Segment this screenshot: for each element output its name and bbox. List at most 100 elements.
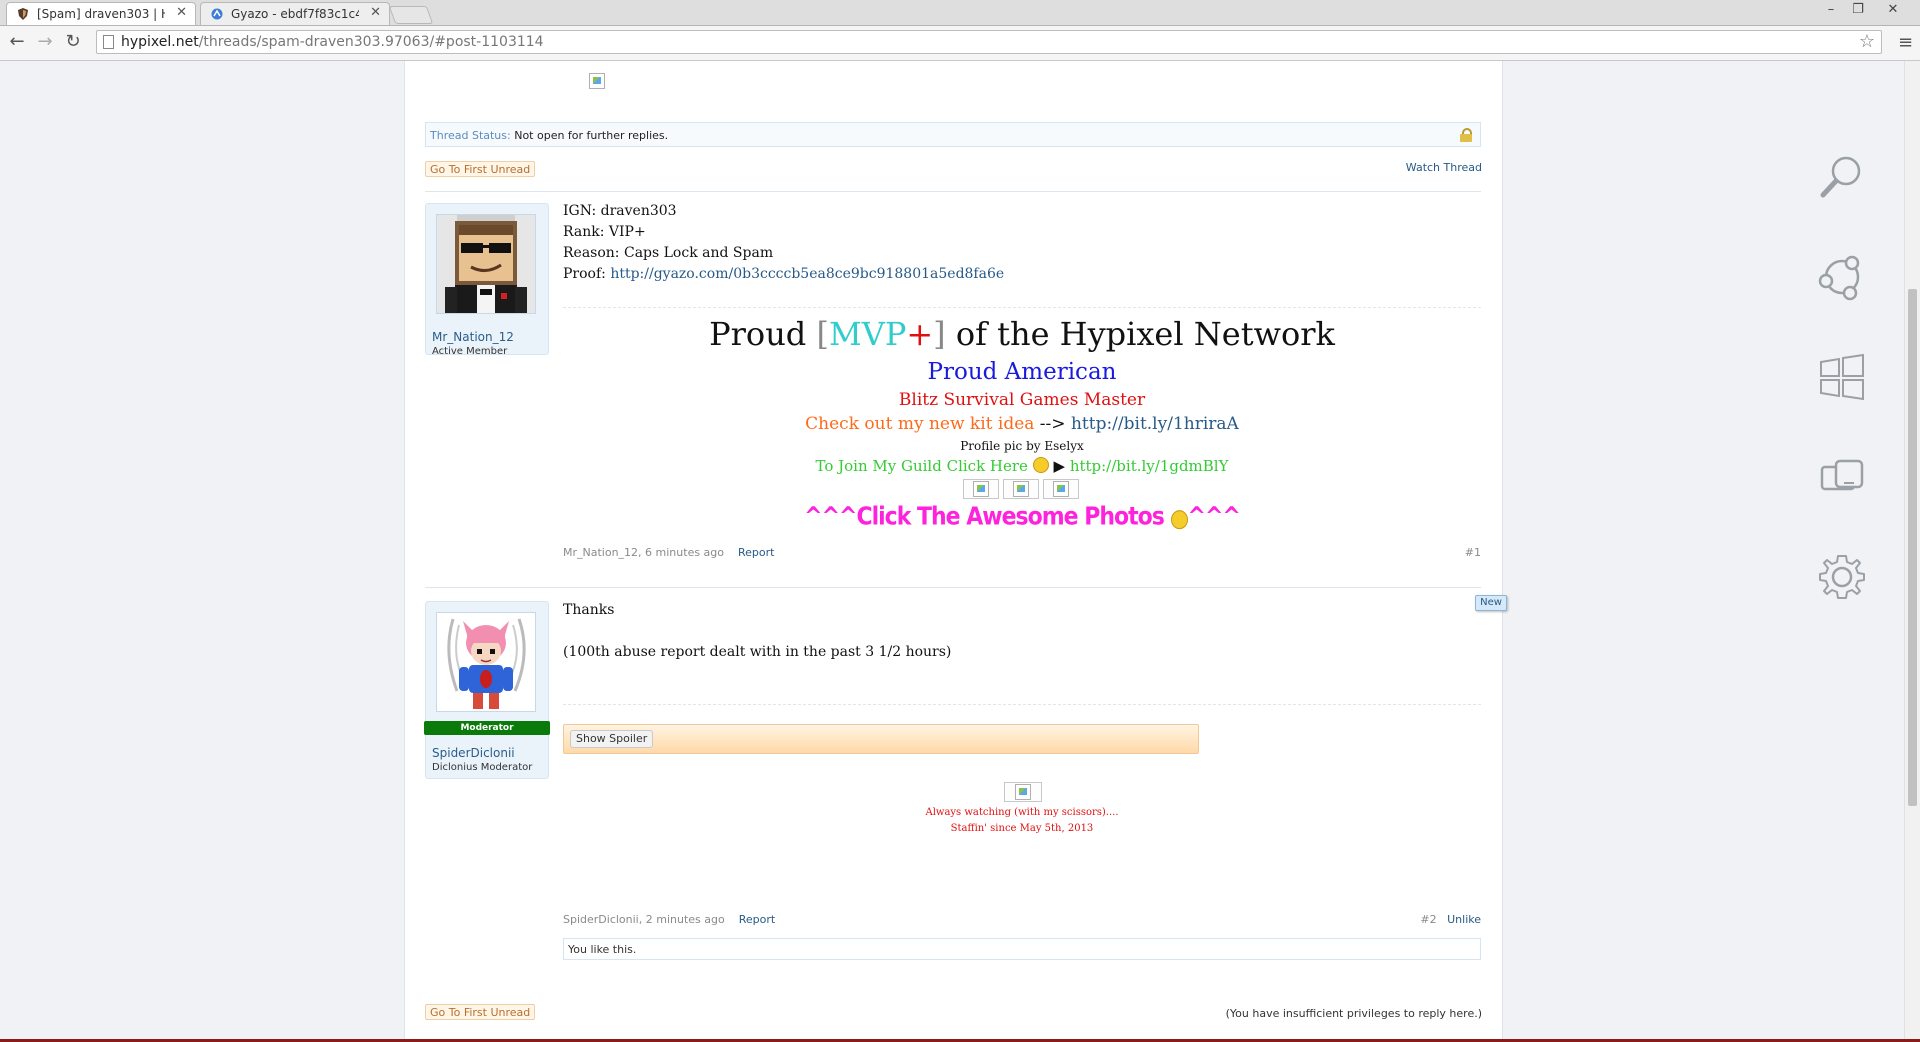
user-title: Diclonius Moderator: [432, 762, 533, 773]
tab-title: Gyazo - ebdf7f83c1c45a1d: [231, 7, 359, 21]
share-icon[interactable]: [1818, 253, 1866, 301]
broken-image-icon: [1053, 481, 1069, 497]
watch-thread-link[interactable]: Watch Thread: [1406, 161, 1482, 174]
spoiler-box: Show Spoiler: [563, 724, 1199, 754]
post-number[interactable]: #1: [1465, 546, 1481, 559]
post-message-1: IGN: draven303 Rank: VIP+ Reason: Caps L…: [563, 201, 1481, 285]
signature-line-proud-mvp: Proud [MVP+] of the Hypixel Network: [709, 315, 1335, 353]
message-line-reason: Reason: Caps Lock and Spam: [563, 245, 774, 261]
close-tab-icon[interactable]: ✕: [176, 5, 187, 20]
username-link[interactable]: Mr_Nation_12: [432, 330, 514, 344]
avatar[interactable]: [436, 612, 536, 712]
smiley-icon: [1032, 457, 1049, 473]
gyazo-icon: [211, 8, 223, 20]
post-meta-1: Mr_Nation_12, 6 minutes ago Report #1: [563, 546, 1481, 559]
forum-content-column: Thread Status: Not open for further repl…: [404, 61, 1507, 1039]
message-line-proof: Proof: http://gyazo.com/0b3ccccb5ea8ce9b…: [563, 266, 1005, 282]
address-bar[interactable]: hypixel.net/threads/spam-draven303.97063…: [96, 30, 1882, 54]
post-author-time[interactable]: Mr_Nation_12, 6 minutes ago: [563, 546, 724, 559]
user-info-mr-nation: Mr_Nation_12 Active Member: [425, 203, 549, 357]
show-spoiler-button[interactable]: Show Spoiler: [570, 730, 654, 748]
avatar[interactable]: [436, 214, 536, 314]
moderator-badge: Moderator: [424, 721, 550, 735]
url-host: hypixel.net: [121, 34, 199, 50]
user-title: Active Member: [432, 346, 508, 357]
smiley-icon: [1170, 510, 1188, 530]
divider: [425, 191, 1481, 192]
tab-hypixel-thread[interactable]: [Spam] draven303 | Hypixel ✕: [6, 2, 196, 25]
username-link[interactable]: SpiderDiclonii: [432, 746, 515, 760]
signature-line-blitz: Blitz Survival Games Master: [898, 390, 1146, 410]
post-message-2: Thanks (100th abuse report dealt with in…: [563, 600, 1481, 663]
post-meta-2: SpiderDiclonii, 2 minutes ago Report #2 …: [563, 913, 1481, 926]
go-to-first-unread-button[interactable]: Go To First Unread: [425, 161, 536, 177]
new-tab-button[interactable]: [388, 6, 434, 24]
thread-status-bar: Thread Status: Not open for further repl…: [425, 122, 1481, 147]
bookmark-star-icon[interactable]: ☆: [1859, 31, 1875, 52]
post-number-actions: #2 Unlike: [1420, 913, 1481, 926]
tab-title: [Spam] draven303 | Hypixel: [37, 7, 165, 21]
page-viewport: Thread Status: Not open for further repl…: [0, 61, 1904, 1039]
search-icon[interactable]: [1818, 153, 1866, 201]
signature-separator: [563, 307, 1481, 308]
reload-icon[interactable]: ↻: [62, 31, 84, 52]
url-path: /threads/spam-draven303.97063/#post-1103…: [198, 34, 544, 50]
report-link[interactable]: Report: [739, 913, 775, 926]
signature-image-link-3[interactable]: [1043, 479, 1079, 499]
vertical-scrollbar[interactable]: [1904, 61, 1920, 1039]
likes-summary: You like this.: [563, 938, 1481, 960]
devices-icon[interactable]: [1818, 453, 1866, 501]
thread-status-text: Not open for further replies.: [510, 129, 669, 142]
go-to-first-unread-button-bottom[interactable]: Go To First Unread: [425, 1004, 536, 1020]
tab-strip: [Spam] draven303 | Hypixel ✕ Gyazo - ebd…: [0, 0, 1920, 26]
windows-start-icon[interactable]: [1818, 353, 1866, 401]
signature-line-guild: To Join My Guild Click Here ▶ http://bit…: [815, 457, 1229, 475]
lock-icon: [1460, 128, 1472, 142]
signature-image-link-1[interactable]: [963, 479, 999, 499]
post-author-time[interactable]: SpiderDiclonii, 2 minutes ago: [563, 913, 725, 926]
back-arrow-icon[interactable]: ←: [6, 31, 28, 52]
restore-icon[interactable]: ❐: [1847, 2, 1869, 17]
anime-avatar-image: [437, 613, 535, 711]
no-reply-privileges-text: (You have insufficient privileges to rep…: [1225, 1007, 1482, 1020]
user-info-spiderdiclonii: Moderator SpiderDiclonii Diclonius Moder…: [424, 601, 550, 779]
signature-line-profile-pic: Profile pic by Eselyx: [960, 439, 1084, 453]
signature-line-american: Proud American: [927, 359, 1117, 385]
settings-gear-icon[interactable]: [1818, 553, 1866, 601]
guild-link[interactable]: http://bit.ly/1gdmBlY: [1070, 457, 1229, 475]
shield-icon: [18, 8, 28, 20]
signature-image: [1004, 782, 1042, 802]
close-tab-icon[interactable]: ✕: [370, 5, 381, 20]
message-line-abuse-report: (100th abuse report dealt with in the pa…: [563, 644, 952, 660]
signature-line-staffin: Staffin' since May 5th, 2013: [950, 823, 1094, 834]
broken-image-icon: [1013, 481, 1029, 497]
signature-line-watching: Always watching (with my scissors)....: [925, 807, 1119, 818]
message-line-rank: Rank: VIP+: [563, 224, 646, 240]
message-line-ign: IGN: draven303: [563, 203, 677, 219]
kit-idea-link[interactable]: http://bit.ly/1hriraA: [1071, 414, 1239, 434]
broken-image-icon: [589, 73, 605, 89]
minimize-icon[interactable]: –: [1820, 2, 1842, 17]
forward-arrow-icon[interactable]: →: [34, 31, 56, 52]
menu-hamburger-icon[interactable]: ≡: [1898, 32, 1913, 53]
signature-image-link-2[interactable]: [1003, 479, 1039, 499]
side-charms-panel: [1764, 61, 1904, 1039]
minecraft-avatar-image: [437, 215, 535, 313]
signature-line-photos: ^^^Click The Awesome Photos ^^^: [804, 503, 1241, 532]
message-line-thanks: Thanks: [563, 602, 615, 618]
scrollbar-thumb[interactable]: [1908, 289, 1917, 806]
proof-link[interactable]: http://gyazo.com/0b3ccccb5ea8ce9bc91880​…: [610, 266, 1004, 282]
post-number[interactable]: #2: [1420, 913, 1436, 926]
report-link[interactable]: Report: [738, 546, 774, 559]
signature-separator: [563, 704, 1481, 705]
url-text: hypixel.net/threads/spam-draven303.97063…: [121, 34, 544, 50]
broken-image-icon: [973, 481, 989, 497]
page-icon: [103, 35, 114, 49]
signature-line-kit: Check out my new kit idea --> http://bit…: [805, 414, 1239, 434]
close-window-icon[interactable]: ✕: [1882, 2, 1904, 17]
tab-gyazo[interactable]: Gyazo - ebdf7f83c1c45a1d ✕: [200, 2, 390, 25]
unlike-link[interactable]: Unlike: [1447, 913, 1481, 926]
divider: [425, 587, 1481, 588]
broken-image-icon: [1015, 784, 1031, 800]
thread-status-label: Thread Status:: [430, 129, 511, 142]
